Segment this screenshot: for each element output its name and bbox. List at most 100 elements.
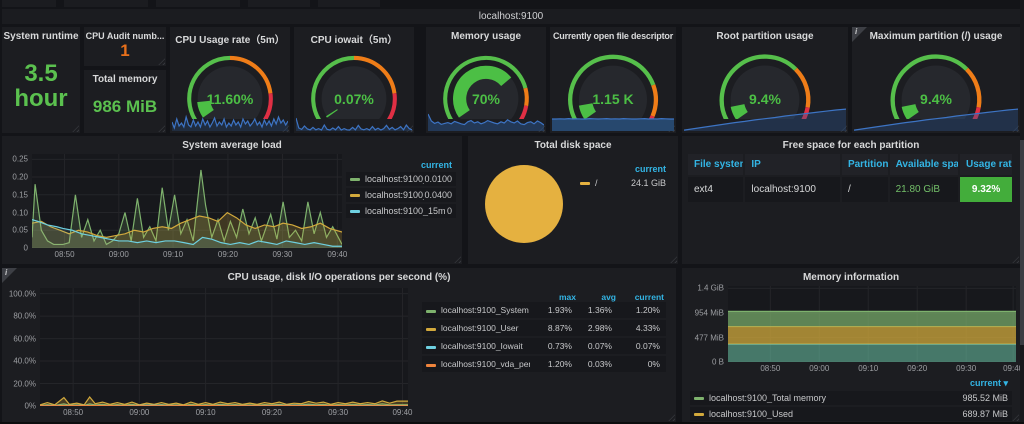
series-color-dash — [350, 209, 360, 213]
sparkline-svg — [172, 111, 288, 131]
plot-area — [40, 288, 408, 406]
legend-header-avg[interactable]: avg — [578, 292, 618, 302]
legend-item-system[interactable]: localhost:9100_System 1.93% 1.36% 1.20% — [422, 302, 666, 318]
top-panel-stub — [64, 0, 148, 7]
panel-title[interactable]: CPU iowait（5m） — [294, 27, 414, 46]
disk-pie-chart[interactable] — [485, 165, 563, 243]
legend-item-iowait[interactable]: localhost:9100_Iowait 0.73% 0.07% 0.07% — [422, 338, 666, 354]
panel-cpu-usage-io: i CPU usage, disk I/O operations per sec… — [2, 268, 676, 422]
disk-pie-legend: current / 24.1 GiB — [576, 162, 670, 192]
panel-memory-usage-gauge: Memory usage 70% — [426, 27, 546, 133]
col-header-ip[interactable]: IP — [745, 154, 840, 175]
panel-title[interactable]: Free space for each partition — [682, 136, 1020, 151]
gauge-value: 0.07% — [334, 91, 374, 107]
stat-runtime-value: 3.5 hour — [2, 61, 80, 112]
page-scrollbar[interactable] — [1020, 0, 1024, 424]
series-color-dash — [580, 181, 590, 185]
panel-title[interactable]: Root partition usage — [682, 27, 848, 42]
row-header-localhost-9100[interactable]: localhost:9100 — [2, 9, 1020, 24]
panel-title[interactable]: System runtime — [2, 27, 80, 42]
resize-handle[interactable] — [670, 256, 677, 263]
panel-title[interactable]: CPU Usage rate（5m） — [170, 27, 290, 46]
legend-item-vda-io[interactable]: localhost:9100_vda_per second I/O operat… — [422, 356, 666, 372]
cpu-usage-gauge — [170, 40, 290, 132]
panel-title[interactable]: Currently open file descriptor — [550, 27, 676, 41]
legend-item-load-15m[interactable]: localhost:9100_15m 0 — [346, 204, 456, 218]
legend-item-user[interactable]: localhost:9100_User 8.87% 2.98% 4.33% — [422, 320, 666, 336]
panel-title[interactable]: System average load — [2, 136, 462, 151]
system-load-chart[interactable]: 0 0.05 0.10 0.15 0.20 0.25 08:50 09:00 09:10 09:2… — [6, 154, 348, 260]
grafana-dashboard: localhost:9100 System runtime 3.5 hour C… — [0, 0, 1024, 424]
series-color-dash — [694, 396, 704, 400]
col-header-file-system[interactable]: File system — [688, 154, 744, 175]
gauge-value: 11.60% — [206, 91, 254, 107]
resize-handle[interactable] — [454, 256, 461, 263]
plot-area — [32, 154, 342, 248]
col-header-usage-rate[interactable]: Usage rate — [960, 154, 1013, 175]
legend-item-used-memory[interactable]: localhost:9100_Used 689.87 MiB — [690, 407, 1012, 421]
panel-title[interactable]: Total memory — [84, 70, 166, 85]
memory-info-chart[interactable]: 0 B 477 MiB 954 MiB 1.4 GiB 08:50 09:00 09:10 0… — [686, 283, 1023, 374]
panel-title[interactable]: Maximum partition (/) usage — [852, 27, 1020, 42]
scrollbar-thumb[interactable] — [1020, 140, 1024, 345]
legend-item-load-1m[interactable]: localhost:9100_1m 0.0100 — [346, 172, 456, 186]
chart-canvas — [32, 154, 342, 248]
legend-header-current[interactable]: current — [618, 292, 666, 302]
cell-file-system: ext4 — [688, 177, 744, 202]
gauge-svg — [311, 55, 397, 132]
panel-cpu-usage-rate-gauge: CPU Usage rate（5m） 11.60% — [170, 27, 290, 133]
system-load-legend: current localhost:9100_1m 0.0100 localho… — [346, 158, 456, 220]
memory-usage-gauge — [426, 40, 546, 132]
resize-handle[interactable] — [668, 414, 675, 421]
cell-partition: / — [841, 177, 888, 202]
gauge-value: 70% — [471, 91, 501, 107]
resize-handle[interactable] — [72, 125, 79, 132]
stat-audit-value: 1 — [120, 41, 130, 60]
cpu-iowait-gauge — [294, 40, 414, 132]
partition-table: File system IP Partition ▲ Available spa… — [688, 154, 1014, 202]
cpu-usage-sparkline — [172, 111, 288, 131]
panel-title[interactable]: Total disk space — [468, 136, 678, 151]
resize-handle[interactable] — [1012, 414, 1019, 421]
info-icon[interactable]: i — [2, 268, 17, 283]
top-panel-stub — [2, 0, 56, 7]
y-axis-labels: 0% 20.0% 40.0% 60.0% 80.0% 100.0% — [8, 289, 36, 411]
row-title: localhost:9100 — [478, 11, 544, 22]
col-header-available-space[interactable]: Available space — [889, 154, 959, 175]
legend-header-max[interactable]: max — [534, 292, 578, 302]
series-color-dash — [350, 193, 360, 197]
panel-total-memory: Total memory 986 MiB — [84, 70, 166, 133]
plot-area — [728, 286, 1016, 362]
info-icon[interactable]: i — [852, 27, 867, 42]
panel-title[interactable]: Memory information — [682, 268, 1020, 283]
x-axis-labels: 08:50 09:00 09:10 09:20 09:30 09:40 — [54, 250, 348, 259]
cpu-usage-legend: max avg current localhost:9100_System 1.… — [422, 292, 666, 374]
resize-handle[interactable] — [158, 125, 165, 132]
series-color-dash — [350, 177, 360, 181]
file-descriptor-gauge — [550, 40, 676, 134]
panel-cpu-audit-number: CPU Audit numb... 1 — [84, 27, 166, 66]
memory-usage-sparkline — [428, 111, 544, 131]
gauge-value: 9.4% — [920, 91, 952, 107]
y-axis-labels: 0 B 477 MiB 954 MiB 1.4 GiB — [694, 283, 724, 367]
stat-total-memory-value: 986 MiB — [92, 97, 158, 116]
series-color-dash — [426, 346, 436, 349]
sparkline-svg — [552, 111, 674, 131]
legend-item-total-memory[interactable]: localhost:9100_Total memory 985.52 MiB — [690, 391, 1012, 405]
cell-ip: localhost:9100 — [745, 177, 840, 202]
legend-item-root-partition[interactable]: / 24.1 GiB — [576, 176, 670, 190]
panel-title[interactable]: CPU Audit numb... — [84, 27, 166, 41]
legend-header-current[interactable]: current — [576, 162, 670, 176]
series-color-dash — [426, 328, 436, 331]
legend-header-current[interactable]: current — [346, 158, 456, 172]
gauge-svg — [443, 55, 529, 132]
top-panel-stub — [318, 0, 380, 7]
memory-info-legend: current ▾ localhost:9100_Total memory 98… — [690, 376, 1012, 423]
panel-title[interactable]: Memory usage — [426, 27, 546, 42]
legend-item-load-5m[interactable]: localhost:9100_5m 0.0400 — [346, 188, 456, 202]
legend-header-current-sort[interactable]: current ▾ — [690, 376, 1012, 391]
resize-handle[interactable] — [1012, 256, 1019, 263]
col-header-partition[interactable]: Partition ▲ — [841, 154, 888, 175]
panel-title[interactable]: CPU usage, disk I/O operations per secon… — [2, 268, 676, 283]
cpu-usage-chart[interactable]: 0% 20.0% 40.0% 60.0% 80.0% 100.0% 08:50 09:00 09… — [6, 288, 412, 418]
